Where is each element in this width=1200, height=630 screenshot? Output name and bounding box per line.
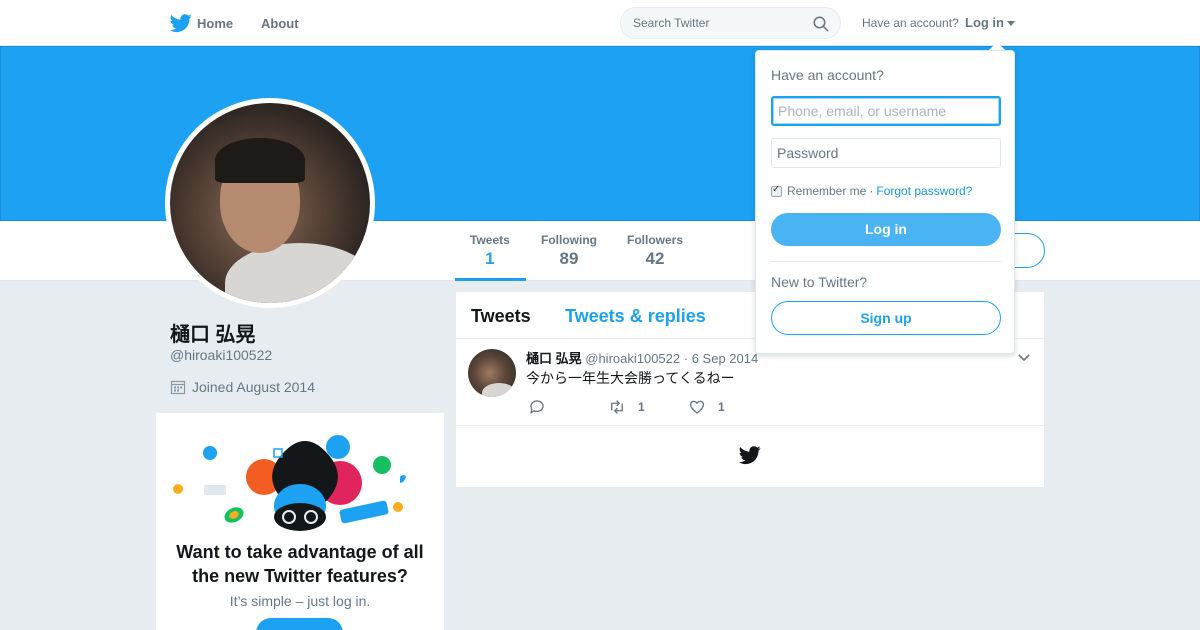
separator-dot: ·: [869, 184, 874, 198]
stat-following-value: 89: [559, 249, 579, 268]
dropdown-divider: [771, 261, 1001, 262]
search-icon[interactable]: [812, 15, 830, 33]
search-input[interactable]: [633, 16, 803, 30]
stat-tweets[interactable]: Tweets 1: [470, 233, 510, 269]
like-action[interactable]: 1: [688, 398, 725, 416]
stat-followers-label: Followers: [627, 233, 684, 247]
promo-title: Want to take advantage of all the new Tw…: [176, 542, 424, 586]
signup-button[interactable]: Sign up: [771, 301, 1001, 335]
calendar-icon: [170, 380, 186, 395]
top-navigation-bar: Home About Have an account? Log in: [0, 0, 1200, 46]
caret-down-icon: [1007, 20, 1015, 26]
remember-me-label[interactable]: Remember me: [787, 184, 866, 198]
twitter-bird-icon: [170, 14, 192, 33]
tweet-date[interactable]: 6 Sep 2014: [692, 351, 759, 366]
login-toggle-label: Log in: [965, 15, 1004, 30]
have-account-text: Have an account?: [862, 16, 959, 30]
stat-tweets-value: 1: [485, 249, 495, 268]
login-dropdown-toggle[interactable]: Log in: [965, 15, 1015, 30]
profile-avatar[interactable]: [165, 98, 375, 308]
tweet-author-handle[interactable]: @hiroaki100522: [585, 351, 680, 366]
tweet-author-name[interactable]: 樋口 弘晃: [526, 351, 582, 366]
tweet-avatar[interactable]: [468, 349, 516, 397]
new-to-twitter-text: New to Twitter?: [771, 274, 868, 290]
tweet-header: 樋口 弘晃 @hiroaki100522 · 6 Sep 2014: [526, 348, 758, 367]
stat-following[interactable]: Following 89: [541, 233, 597, 269]
profile-handle[interactable]: @hiroaki100522: [170, 347, 272, 363]
chevron-down-icon[interactable]: [1018, 351, 1030, 363]
tab-tweets-and-replies[interactable]: Tweets & replies: [565, 306, 706, 327]
dropdown-title: Have an account?: [771, 67, 884, 83]
tweet-separator: ·: [683, 351, 689, 366]
stat-tweets-label: Tweets: [470, 233, 510, 247]
joined-label: Joined August 2014: [192, 379, 315, 395]
twitter-bird-icon: [739, 446, 761, 465]
tweet-text: 今から一年生大会勝ってくるねー: [526, 370, 735, 386]
reply-icon: [530, 400, 544, 414]
retweet-icon: [611, 400, 623, 414]
stat-followers-value: 42: [645, 249, 665, 268]
profile-name[interactable]: 樋口 弘晃: [170, 318, 256, 347]
remember-row: Remember me · Forgot password?: [771, 184, 972, 198]
nav-about-link[interactable]: About: [261, 16, 299, 31]
reply-action[interactable]: [528, 398, 558, 416]
nav-home-link[interactable]: Home: [170, 12, 233, 34]
forgot-password-link[interactable]: Forgot password?: [876, 184, 972, 198]
password-field[interactable]: [771, 138, 1001, 168]
heart-icon: [689, 400, 705, 414]
search-box: [620, 7, 841, 39]
promo-login-button[interactable]: [256, 618, 343, 630]
username-field[interactable]: [771, 96, 1001, 126]
active-stat-underline: [455, 278, 526, 281]
stat-following-label: Following: [541, 233, 597, 247]
promo-illustration: [173, 435, 406, 531]
login-promo-card: Want to take advantage of all the new Tw…: [156, 413, 444, 630]
remember-me-checkbox[interactable]: [771, 184, 782, 197]
joined-date: Joined August 2014: [170, 379, 315, 395]
retweet-action[interactable]: 1: [608, 398, 645, 416]
nav-home-label: Home: [197, 15, 234, 31]
login-dropdown: Have an account? Remember me · Forgot pa…: [755, 50, 1015, 354]
retweet-count: 1: [638, 400, 645, 414]
stat-followers[interactable]: Followers 42: [627, 233, 683, 269]
login-button[interactable]: Log in: [771, 213, 1001, 246]
like-count: 1: [718, 400, 725, 414]
tab-tweets[interactable]: Tweets: [471, 306, 531, 327]
promo-subtitle: It’s simple – just log in.: [229, 593, 371, 609]
